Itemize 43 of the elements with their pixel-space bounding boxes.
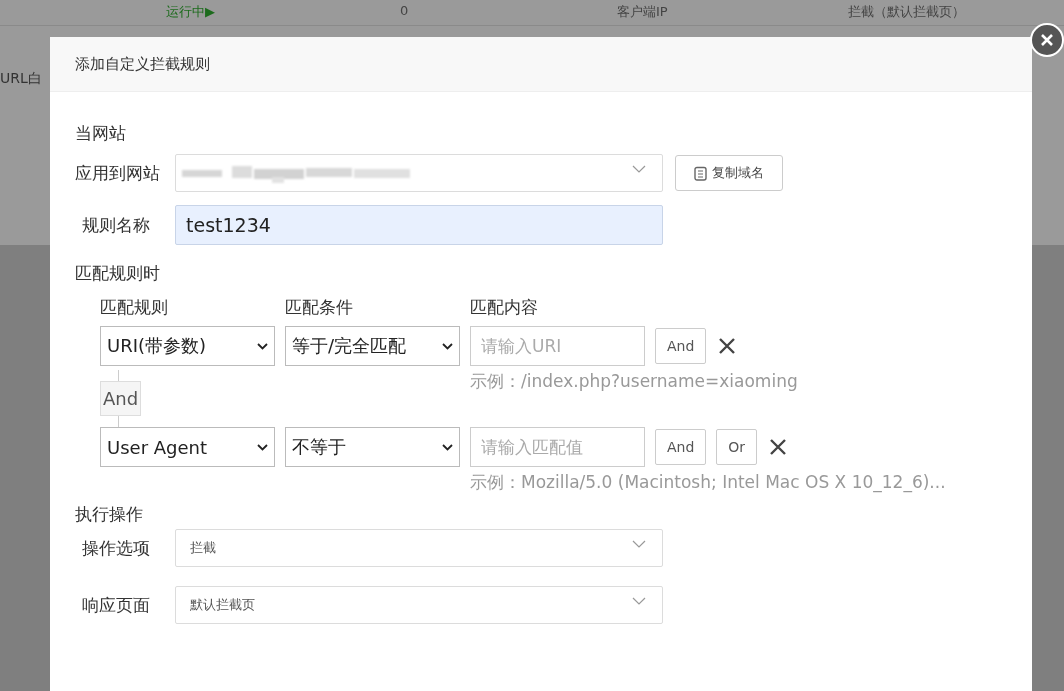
column-header: 匹配条件: [285, 296, 354, 319]
table-cell: 运行中▶: [166, 3, 215, 21]
section-title: 当网站: [75, 122, 127, 145]
match-content-field[interactable]: 请输入URI: [470, 326, 645, 366]
chevron-down-icon: [632, 540, 646, 548]
chevron-down-icon: [442, 342, 453, 350]
condition-select[interactable]: 等于/完全匹配: [285, 326, 460, 366]
action-select[interactable]: 拦截: [175, 529, 663, 567]
example-text: 示例：Mozilla/5.0 (Macintosh; Intel Mac OS X 10_12_6)...: [470, 471, 946, 495]
section-title: 匹配规则时: [75, 262, 161, 285]
tab-label: URL白: [0, 70, 42, 88]
logic-button[interactable]: And: [655, 429, 707, 465]
rule-name-field[interactable]: test1234: [175, 205, 663, 245]
close-icon[interactable]: [769, 438, 788, 456]
field-label: 操作选项: [81, 536, 151, 560]
chevron-down-icon: [257, 443, 268, 451]
chevron-down-icon: [632, 597, 646, 605]
table-cell: 0: [400, 3, 409, 18]
chevron-down-icon: [632, 165, 646, 173]
condition-select[interactable]: 不等于: [285, 427, 460, 467]
match-content-field[interactable]: 请输入匹配值: [470, 427, 645, 467]
column-header: 匹配内容: [470, 296, 538, 319]
action-select[interactable]: 默认拦截页: [175, 586, 663, 624]
copy-domain-button[interactable]: 复制域名: [675, 155, 783, 191]
close-icon: [1040, 33, 1054, 47]
chevron-down-icon: [442, 443, 453, 451]
dialog-title: 添加自定义拦截规则: [75, 54, 210, 74]
section-title: 执行操作: [75, 503, 144, 526]
rule-type-select[interactable]: User Agent: [100, 427, 275, 467]
field-label: 响应页面: [81, 593, 151, 617]
chevron-down-icon: [257, 342, 268, 350]
connector-label: And: [100, 381, 142, 416]
close-icon[interactable]: [718, 337, 737, 355]
rule-type-select[interactable]: URI(带参数): [100, 326, 275, 366]
table-cell: 拦截（默认拦截页）: [848, 3, 965, 21]
column-header: 匹配规则: [100, 296, 169, 319]
example-text: 示例：/index.php?username=xiaoming: [470, 370, 798, 393]
field-label: 规则名称: [81, 213, 151, 237]
table-cell: 客户端IP: [617, 3, 668, 21]
logic-button[interactable]: Or: [716, 429, 758, 465]
clipboard-icon: [694, 165, 707, 181]
logic-button[interactable]: And: [655, 328, 707, 364]
field-label: 应用到网站: [75, 161, 161, 185]
